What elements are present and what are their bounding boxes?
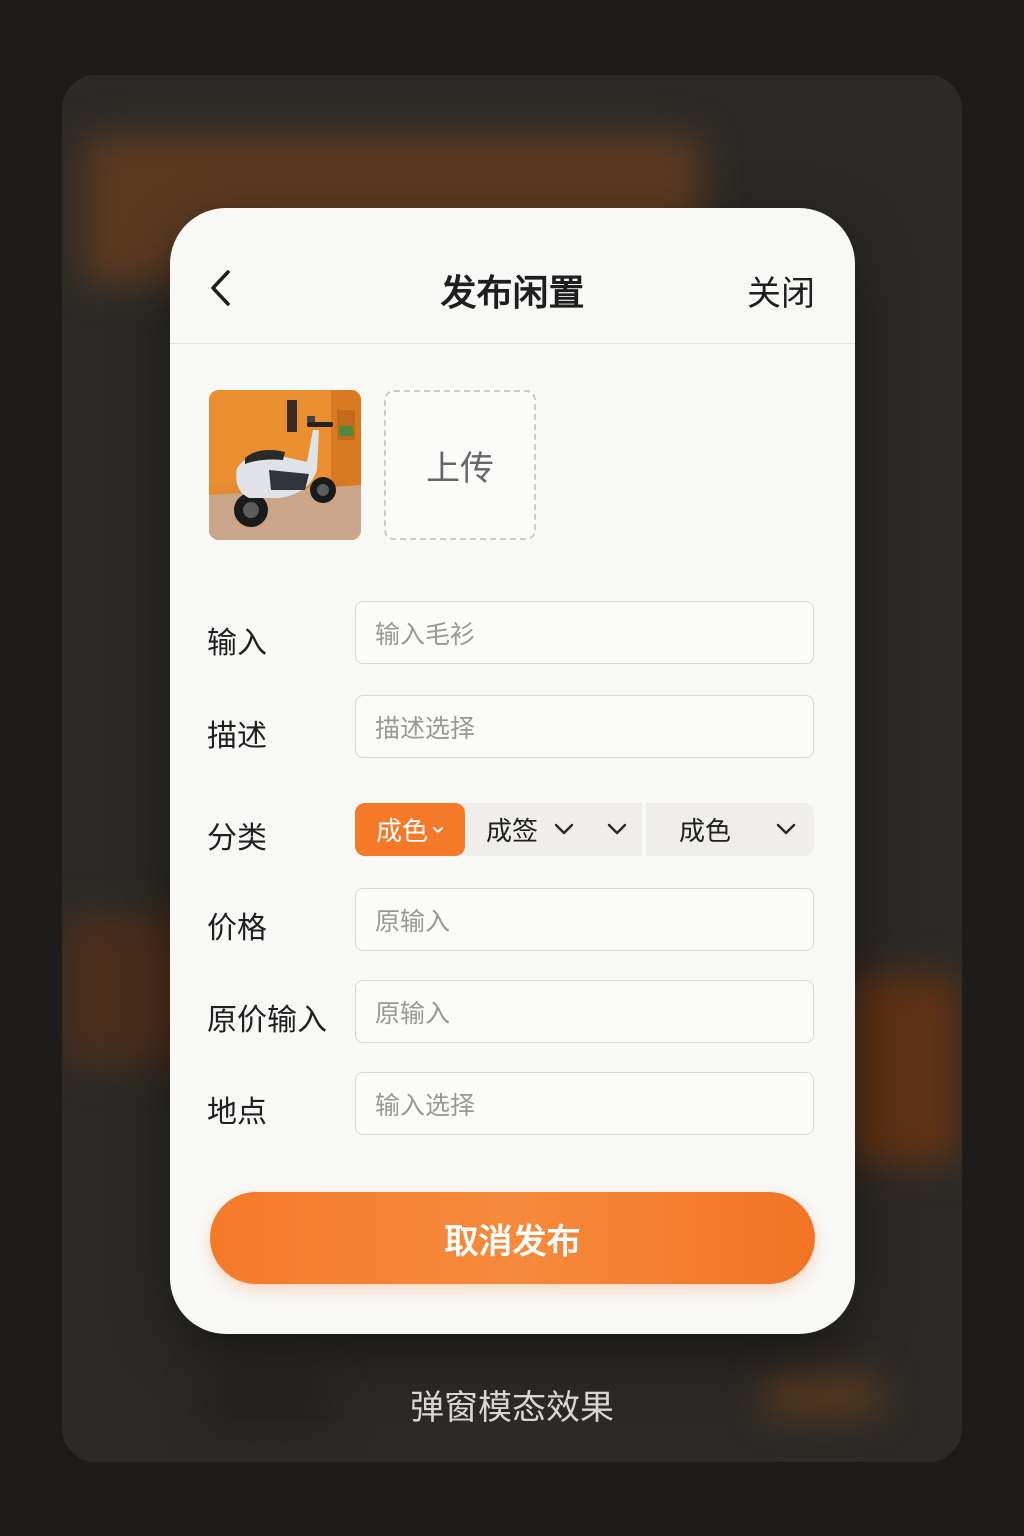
category-chip-tag[interactable]: 成签	[486, 803, 538, 856]
category-chip-condition-active[interactable]: 成色	[355, 803, 465, 856]
chevron-down-icon[interactable]	[606, 817, 628, 841]
input-label: 输入	[207, 626, 267, 661]
scooter-image	[209, 390, 361, 540]
original-price-field[interactable]: 原输入	[355, 980, 814, 1043]
chevron-down-icon	[433, 826, 443, 833]
modal-header: 发布闲置 关闭	[170, 208, 855, 344]
location-label: 地点	[207, 1095, 267, 1130]
cancel-publish-button[interactable]: 取消发布	[210, 1192, 815, 1284]
caption-text: 弹窗模态效果	[410, 1388, 614, 1428]
price-label: 价格	[207, 911, 267, 946]
description-field[interactable]: 描述选择	[355, 695, 814, 758]
upload-button[interactable]: 上传	[384, 390, 536, 540]
category-chip-condition[interactable]: 成色	[679, 803, 731, 856]
chevron-down-icon[interactable]	[775, 817, 797, 841]
close-button[interactable]: 关闭	[747, 266, 815, 315]
chevron-down-icon[interactable]	[553, 817, 575, 841]
original-price-label: 原价输入	[207, 1003, 327, 1038]
category-label: 分类	[207, 821, 267, 856]
description-label: 描述	[207, 719, 267, 754]
scooter-photo-thumbnail[interactable]	[209, 390, 361, 540]
price-field[interactable]: 原输入	[355, 888, 814, 951]
chip-label: 成色	[375, 817, 428, 847]
location-field[interactable]: 输入选择	[355, 1072, 814, 1135]
publish-modal: 发布闲置 关闭 上传 输入 输入毛衫 描述 描述选择 分类 成色 成签 成色 价…	[170, 208, 855, 1334]
category-divider	[642, 803, 646, 856]
category-selector: 成色 成签 成色	[355, 803, 814, 856]
input-field[interactable]: 输入毛衫	[355, 601, 814, 664]
